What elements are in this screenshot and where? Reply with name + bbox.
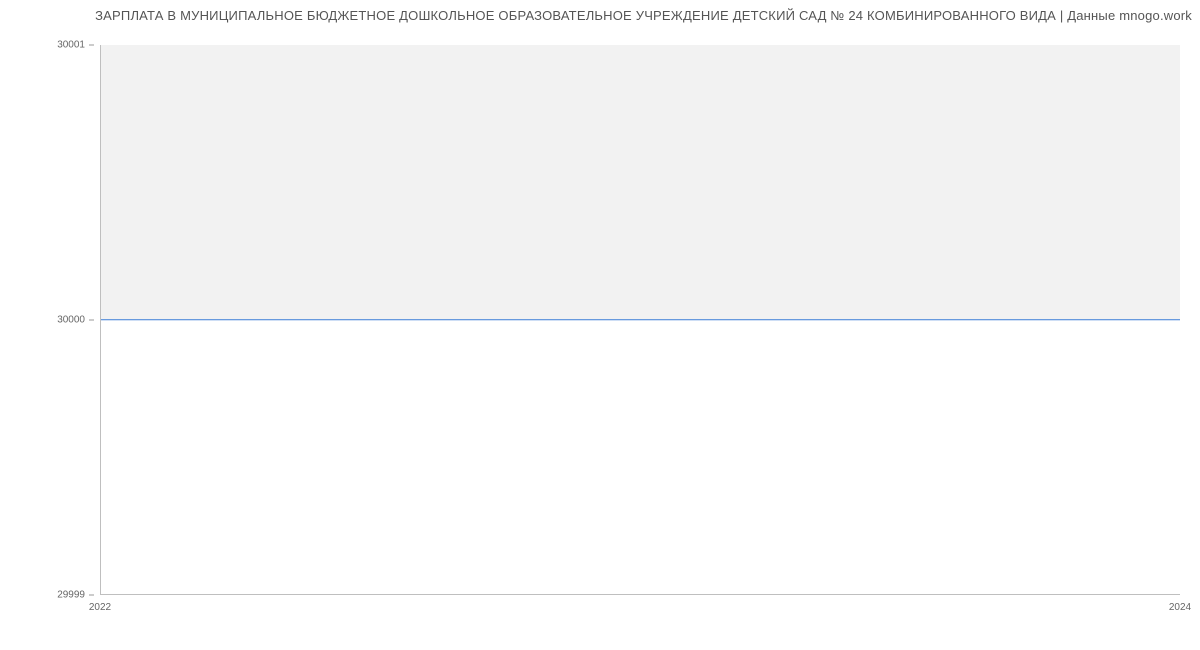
x-tick-label: 2022 [89,602,111,613]
x-tick-label: 2024 [1169,602,1191,613]
y-tick-top: 30001 [57,40,94,51]
y-tick-label: 30000 [57,315,85,326]
chart-container: ЗАРПЛАТА В МУНИЦИПАЛЬНОЕ БЮДЖЕТНОЕ ДОШКО… [0,0,1200,650]
y-tick-mid: 30000 [57,315,94,326]
tick-mark [89,44,94,45]
plot-bg-band [100,45,1180,320]
chart-title: ЗАРПЛАТА В МУНИЦИПАЛЬНОЕ БЮДЖЕТНОЕ ДОШКО… [0,8,1192,23]
plot-area [100,45,1180,595]
tick-mark [89,594,94,595]
axis-x [100,594,1180,595]
series-line-salary [100,319,1180,320]
axis-y [100,45,101,595]
x-tick-right: 2024 [1169,602,1191,613]
x-tick-left: 2022 [89,602,111,613]
y-tick-bottom: 29999 [57,590,94,601]
tick-mark [89,319,94,320]
y-tick-label: 30001 [57,40,85,51]
y-tick-label: 29999 [57,590,85,601]
